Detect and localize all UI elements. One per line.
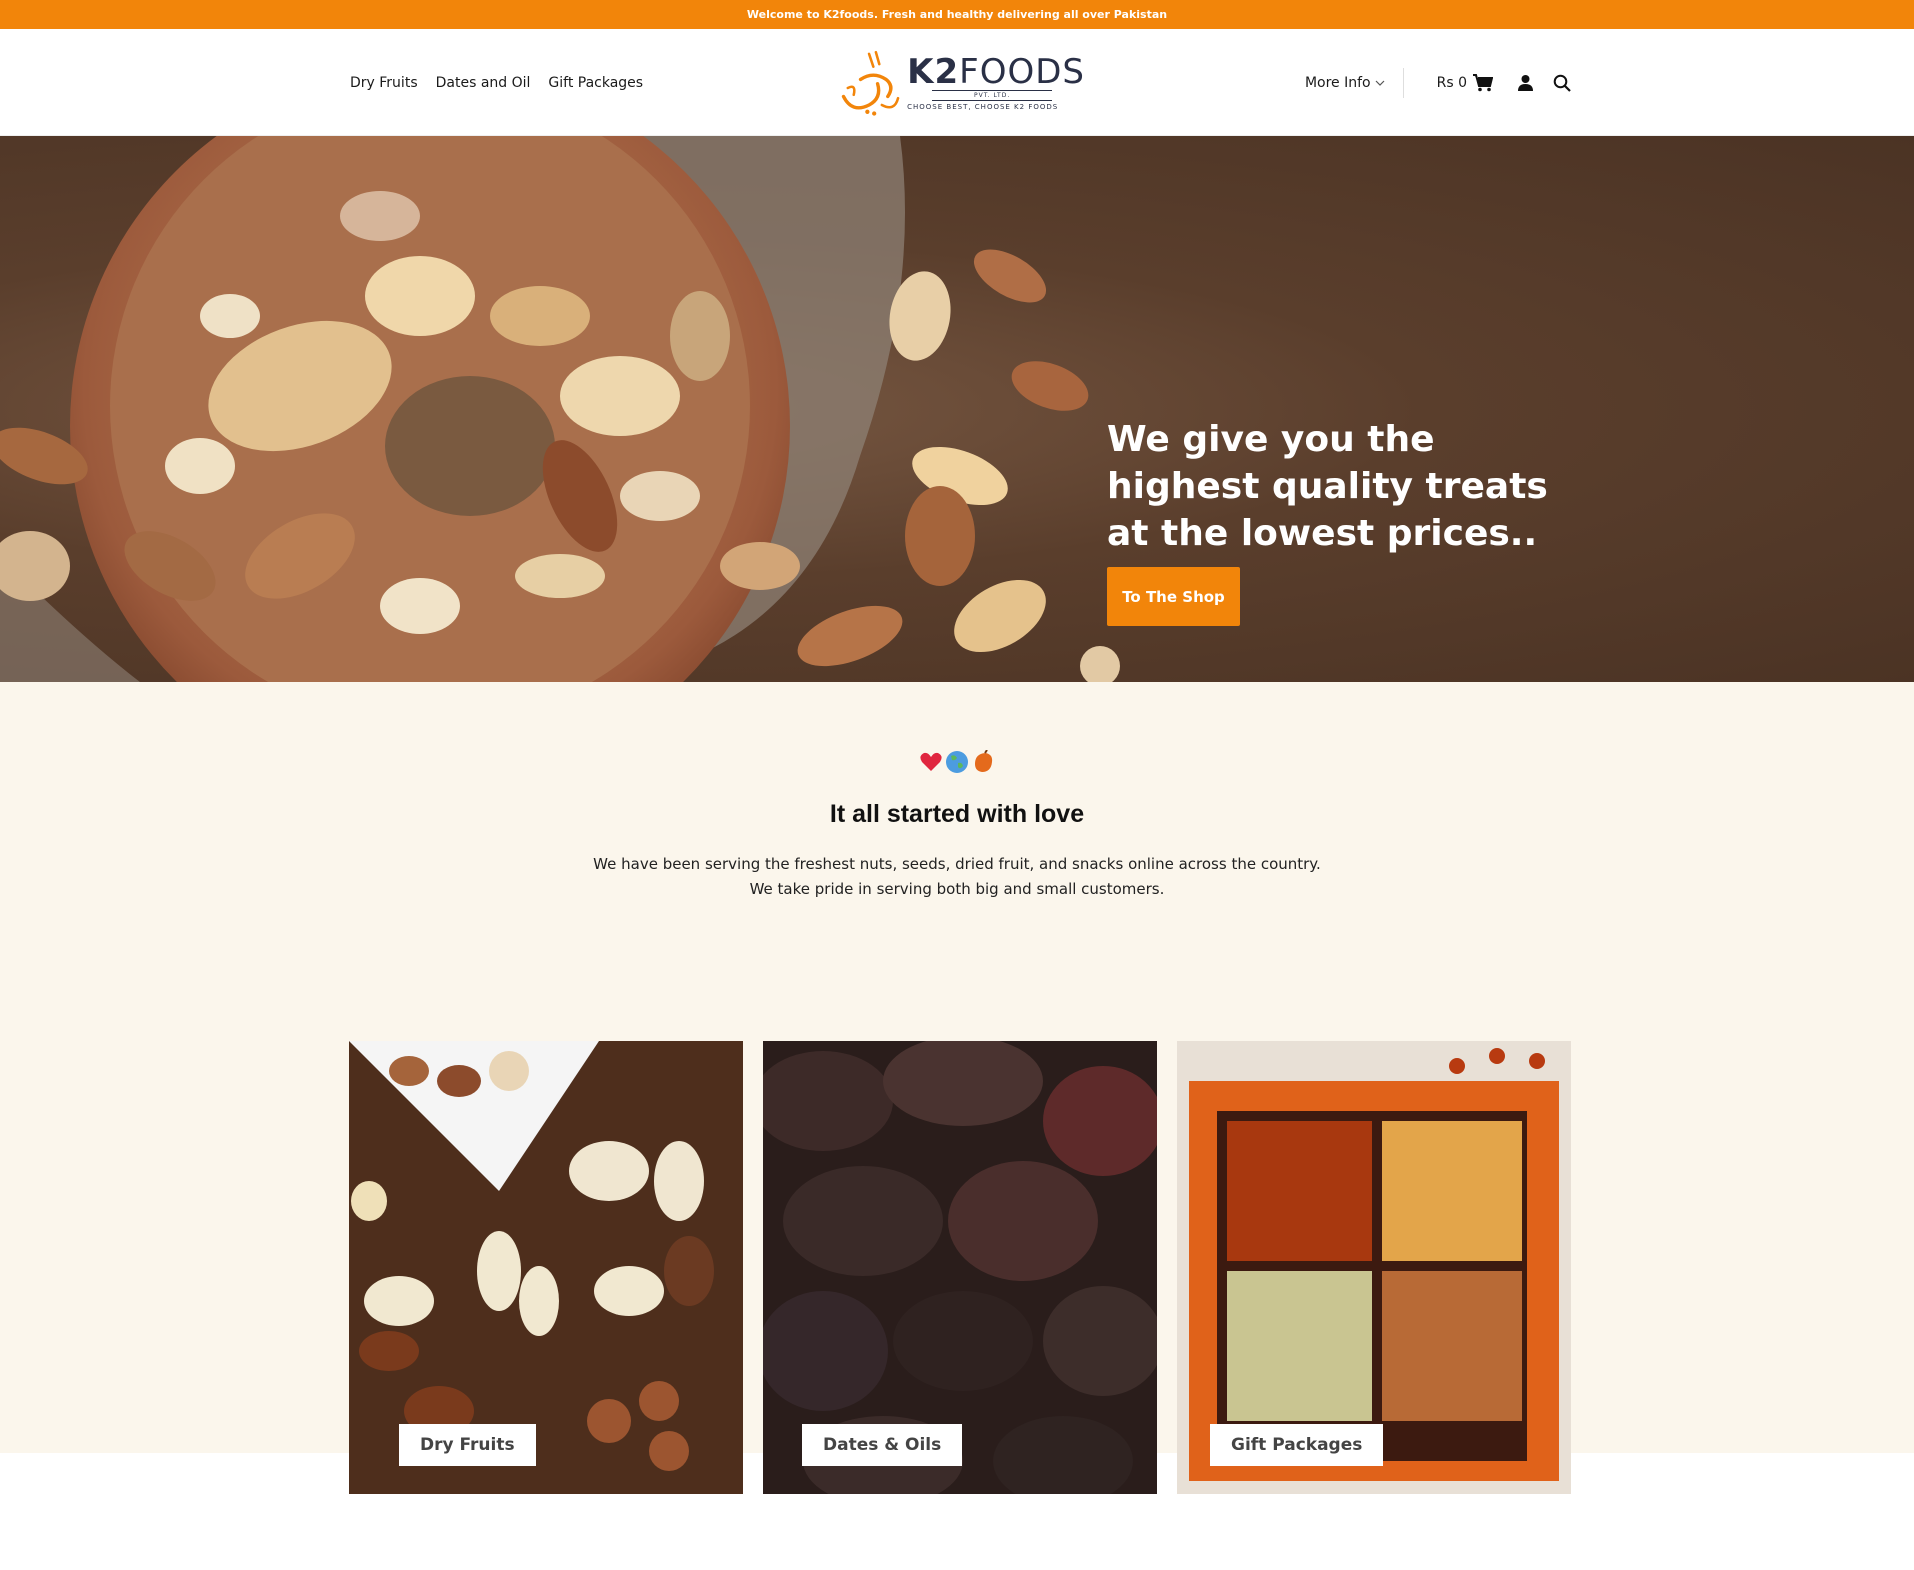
cart-button[interactable]: Rs 0 [1436, 73, 1493, 92]
about-line-2: We take pride in serving both big and sm… [749, 880, 1165, 898]
cart-amount: Rs 0 [1436, 74, 1467, 91]
search-icon [1553, 74, 1571, 92]
site-header: Dry Fruits Dates and Oil Gift Packages K… [0, 29, 1914, 136]
logo-title: K2FOODS [907, 51, 1085, 92]
category-label: Dates & Oils [802, 1424, 963, 1466]
account-button[interactable] [1515, 73, 1535, 93]
hero-headline: We give you the highest quality treats a… [1107, 419, 1548, 554]
to-the-shop-button[interactable]: To The Shop [1107, 567, 1240, 626]
about-line-1: We have been serving the freshest nuts, … [593, 855, 1321, 873]
nav-dry-fruits[interactable]: Dry Fruits [350, 75, 418, 91]
globe-icon [946, 751, 968, 773]
category-card-dry-fruits[interactable]: Dry Fruits [349, 1041, 743, 1494]
category-label: Gift Packages [1210, 1424, 1384, 1466]
hero-nuts-image [0, 136, 1120, 682]
announcement-bar: Welcome to K2foods. Fresh and healthy de… [0, 0, 1914, 29]
category-card-gift-packages[interactable]: Gift Packages [1177, 1041, 1571, 1494]
announcement-text: Welcome to K2foods. Fresh and healthy de… [746, 8, 1168, 21]
primary-nav: Dry Fruits Dates and Oil Gift Packages [350, 29, 643, 136]
logo-tagline: CHOOSE BEST, CHOOSE K2 FOODS [907, 102, 1059, 111]
category-label: Dry Fruits [399, 1424, 536, 1466]
category-grid: Dry Fruits Dates & Oils Gift Packages [349, 1041, 1571, 1494]
utility-nav: More Info Rs 0 [1305, 29, 1572, 136]
about-title: It all started with love [829, 800, 1085, 828]
more-info-label: More Info [1304, 74, 1371, 91]
logo-pvt: PVT. LTD. [932, 89, 1053, 101]
search-button[interactable] [1552, 73, 1572, 93]
user-icon [1517, 75, 1533, 91]
chestnut-icon [975, 750, 993, 772]
nav-divider [1402, 67, 1404, 98]
category-card-dates-oils[interactable]: Dates & Oils [763, 1041, 1157, 1494]
site-logo[interactable]: K2FOODS PVT. LTD. CHOOSE BEST, CHOOSE K2… [835, 39, 1085, 125]
logo-calligraphy-icon [841, 50, 900, 116]
chevron-down-icon [1375, 80, 1385, 86]
nav-gift-packages[interactable]: Gift Packages [548, 75, 643, 91]
hero-banner: We give you the highest quality treats a… [0, 136, 1914, 682]
cart-icon [1473, 73, 1493, 91]
about-body: We have been serving the freshest nuts, … [0, 852, 1914, 902]
logo-wordmark: K2FOODS PVT. LTD. CHOOSE BEST, CHOOSE K2… [907, 54, 1085, 111]
heart-icon [920, 752, 942, 771]
more-info-dropdown[interactable]: More Info [1305, 75, 1385, 91]
nav-dates-and-oil[interactable]: Dates and Oil [436, 75, 531, 91]
emoji-row [0, 750, 1914, 774]
